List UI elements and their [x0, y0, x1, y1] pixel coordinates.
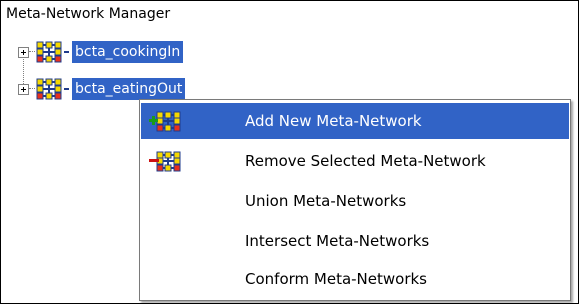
menu-item-label: Union Meta-Networks — [245, 192, 407, 210]
expand-plus-icon[interactable] — [18, 47, 29, 58]
panel-title: Meta-Network Manager — [6, 6, 171, 22]
tree-dash — [64, 88, 69, 90]
menu-item-label: Add New Meta-Network — [245, 112, 422, 130]
tree-item-cookingin[interactable]: bcta_cookingIn — [18, 41, 278, 65]
meta-network-icon — [36, 41, 62, 63]
tree-dash — [64, 51, 69, 53]
tree-item-label[interactable]: bcta_eatingOut — [72, 78, 186, 100]
tree-connector — [29, 88, 35, 89]
remove-meta-network-icon — [149, 151, 181, 172]
add-meta-network-icon — [149, 111, 181, 132]
menu-item-label: Intersect Meta-Networks — [245, 232, 430, 250]
menu-item-remove-selected-meta-network[interactable]: Remove Selected Meta-Network — [141, 143, 569, 179]
tree-item-label[interactable]: bcta_cookingIn — [72, 41, 184, 63]
menu-item-intersect-meta-networks[interactable]: Intersect Meta-Networks — [141, 223, 569, 259]
menu-item-label: Conform Meta-Networks — [245, 270, 427, 288]
context-menu: Add New Meta-Network Remove Selected Met… — [139, 99, 571, 301]
meta-network-manager-panel: Meta-Network Manager bcta_cookingIn bcta… — [0, 0, 579, 304]
expand-plus-icon[interactable] — [18, 84, 29, 95]
menu-item-add-new-meta-network[interactable]: Add New Meta-Network — [141, 103, 569, 139]
tree-connector — [29, 51, 35, 52]
menu-item-label: Remove Selected Meta-Network — [245, 152, 486, 170]
meta-network-icon — [36, 78, 62, 100]
menu-item-union-meta-networks[interactable]: Union Meta-Networks — [141, 183, 569, 219]
menu-item-conform-meta-networks[interactable]: Conform Meta-Networks — [141, 261, 569, 297]
